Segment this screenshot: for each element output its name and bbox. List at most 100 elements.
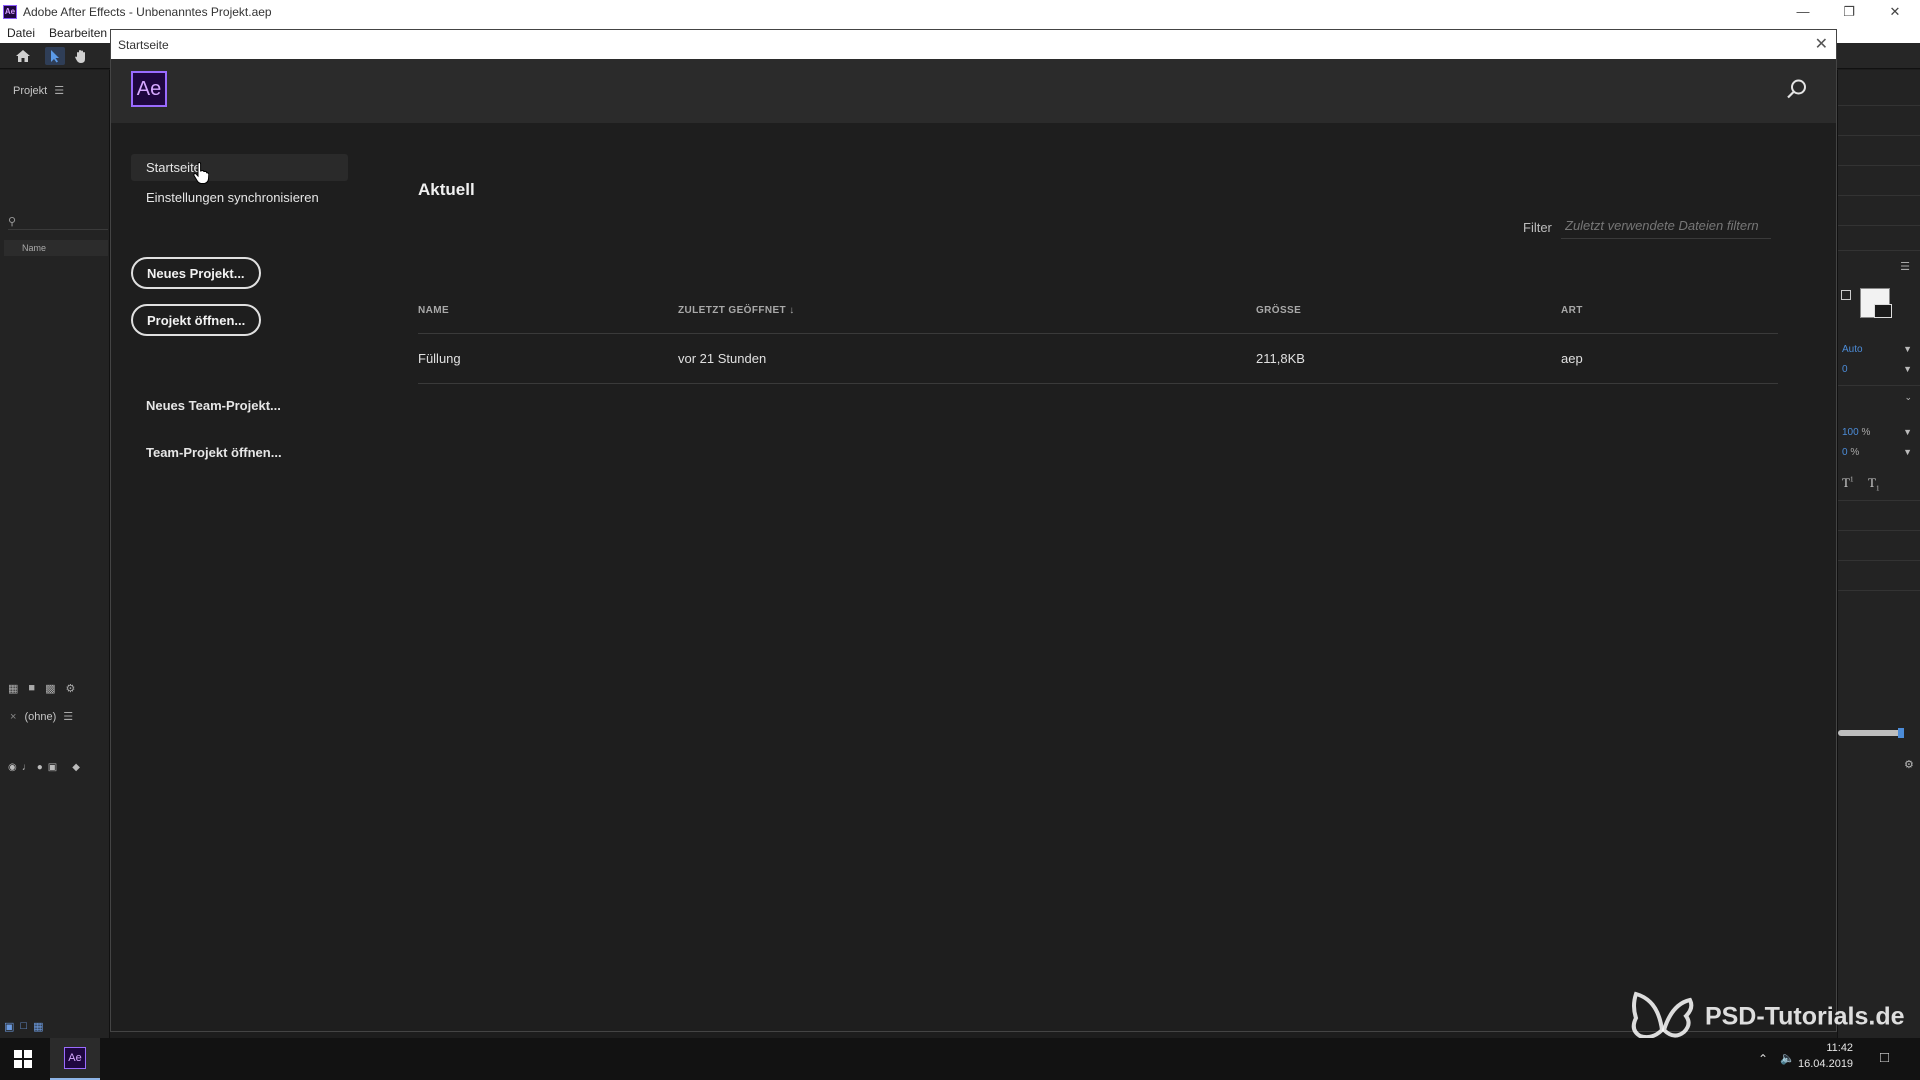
percent-sign: % <box>1861 427 1871 438</box>
row-type: aep <box>1561 351 1583 366</box>
table-row[interactable]: Füllung vor 21 Stunden 211,8KB aep <box>418 334 1778 382</box>
eyedropper-icon[interactable] <box>1841 290 1851 300</box>
label-tag-icon[interactable]: ◆ <box>72 762 80 778</box>
home-icon[interactable] <box>13 47 33 65</box>
divider <box>1838 500 1920 501</box>
column-header-size[interactable]: GRÖSSE <box>1256 305 1301 316</box>
character-panel-menu-icon[interactable]: ☰ <box>1900 260 1910 273</box>
scale-value[interactable]: 100 % <box>1842 427 1870 438</box>
project-tab-label: Projekt <box>13 85 48 97</box>
tracking-value[interactable]: 0 <box>1842 364 1848 375</box>
row-opened: vor 21 Stunden <box>678 351 767 366</box>
taskbar-ae-icon: Ae <box>64 1047 86 1069</box>
solo-icon[interactable]: ● <box>37 762 43 778</box>
open-team-project-link[interactable]: Team-Projekt öffnen... <box>146 445 282 460</box>
subscript-icon[interactable]: T1 <box>1868 475 1879 493</box>
leading-value[interactable]: Auto <box>1842 344 1863 355</box>
timeline-close-icon[interactable]: × <box>10 711 16 723</box>
percent-sign: % <box>1850 447 1860 458</box>
notifications-icon[interactable]: □ <box>1880 1049 1889 1066</box>
speaker-icon[interactable]: ♩ <box>22 762 32 778</box>
hand-cursor-icon <box>193 162 209 184</box>
open-project-button[interactable]: Projekt öffnen... <box>131 304 262 336</box>
dialog-title-bar: Startseite ✕ <box>111 30 1836 59</box>
taskbar-ae-button[interactable]: Ae <box>50 1038 100 1080</box>
chevron-down-icon[interactable]: ⌄ <box>1904 392 1912 403</box>
interpret-footage-icon[interactable]: ▦ <box>8 682 18 698</box>
divider <box>1838 560 1920 561</box>
column-name-label: Name <box>22 243 47 253</box>
minimize-icon[interactable]: — <box>1780 0 1826 23</box>
character-panel: ☰ Auto ▼ 0 ▼ ⌄ 100 % ▼ 0 % ▼ T1 T1 ⚙ <box>1837 70 1920 1038</box>
column-header-opened[interactable]: ZULETZT GEÖFFNET ↓ <box>678 305 795 316</box>
dialog-title: Startseite <box>118 37 169 52</box>
divider <box>1838 225 1920 226</box>
column-header-type[interactable]: ART <box>1561 305 1583 316</box>
new-team-project-link[interactable]: Neues Team-Projekt... <box>146 398 281 413</box>
search-icon: ⚲ <box>8 216 17 228</box>
volume-icon[interactable]: 🔈 <box>1780 1051 1795 1065</box>
window-title: Adobe After Effects - Unbenanntes Projek… <box>23 4 272 19</box>
project-column-header[interactable]: Name <box>4 240 108 256</box>
divider <box>1838 385 1920 386</box>
timeline-tab[interactable]: × (ohne) ☰ <box>10 710 73 723</box>
restore-icon[interactable]: ❐ <box>1826 0 1872 23</box>
baseline-value[interactable]: 0 % <box>1842 447 1859 458</box>
column-header-name[interactable]: NAME <box>418 305 449 316</box>
divider <box>1838 195 1920 196</box>
new-composition-icon[interactable]: ▩ <box>45 682 55 698</box>
selection-tool-icon[interactable] <box>45 47 65 65</box>
menu-bearbeiten[interactable]: Bearbeiten <box>49 26 107 40</box>
panel-menu-icon[interactable]: ☰ <box>54 84 64 97</box>
project-search-input[interactable]: ⚲ <box>8 212 108 230</box>
taskbar: Ae ⌃ 🔈 11:42 16.04.2019 □ <box>0 1038 1920 1080</box>
window-close-icon[interactable]: ✕ <box>1872 0 1918 23</box>
home-dialog: Startseite ✕ Ae Startseite Einstellungen… <box>110 29 1837 1032</box>
scale-number: 100 <box>1842 427 1859 438</box>
filter-input[interactable] <box>1561 213 1771 239</box>
tray-chevron-up-icon[interactable]: ⌃ <box>1758 1052 1768 1066</box>
chevron-down-icon[interactable]: ▼ <box>1903 447 1912 457</box>
baseline-number: 0 <box>1842 447 1848 458</box>
nav-home[interactable]: Startseite <box>131 154 348 181</box>
divider <box>1838 105 1920 106</box>
hand-tool-icon[interactable] <box>71 47 91 65</box>
project-tab[interactable]: Projekt ☰ <box>13 84 64 97</box>
search-icon[interactable] <box>1786 78 1808 100</box>
stroke-color-swatch[interactable] <box>1874 304 1892 318</box>
slider-track[interactable] <box>1838 730 1902 736</box>
clock-time: 11:42 <box>1826 1042 1854 1054</box>
divider <box>1838 530 1920 531</box>
clock-date: 16.04.2019 <box>1798 1058 1854 1070</box>
eye-icon[interactable]: ◉ <box>8 762 17 778</box>
settings-icon[interactable]: ⚙ <box>1904 758 1918 772</box>
timeline-menu-icon[interactable]: ☰ <box>63 710 73 723</box>
divider <box>1838 165 1920 166</box>
windows-start-icon[interactable] <box>14 1050 32 1068</box>
new-folder-icon[interactable]: ■ <box>28 682 35 698</box>
new-project-button[interactable]: Neues Projekt... <box>131 257 261 289</box>
filter-label: Filter <box>1523 220 1552 235</box>
row-name: Füllung <box>418 351 461 366</box>
dialog-close-icon[interactable]: ✕ <box>1815 34 1828 54</box>
sort-arrow-down-icon: ↓ <box>789 305 795 316</box>
chevron-down-icon[interactable]: ▼ <box>1903 364 1912 374</box>
watermark-text: PSD-Tutorials.de <box>1704 1002 1905 1031</box>
toggle-switches-icon[interactable]: ▣ <box>4 1020 14 1033</box>
graph-editor-icon[interactable]: ▦ <box>33 1020 43 1033</box>
chevron-down-icon[interactable]: ▼ <box>1903 427 1912 437</box>
superscript-icon[interactable]: T1 <box>1842 475 1853 491</box>
project-settings-icon[interactable]: ⚙ <box>65 682 75 698</box>
row-size: 211,8KB <box>1256 351 1305 366</box>
chevron-down-icon[interactable]: ▼ <box>1903 344 1912 354</box>
clock[interactable]: 11:42 16.04.2019 <box>1798 1042 1853 1070</box>
slider-handle[interactable] <box>1898 728 1904 738</box>
divider <box>1838 590 1920 591</box>
nav-sync-settings[interactable]: Einstellungen synchronisieren <box>146 190 319 205</box>
toggle-modes-icon[interactable]: □ <box>20 1020 27 1033</box>
divider <box>418 383 1778 384</box>
menu-datei[interactable]: Datei <box>7 26 35 40</box>
column-header-opened-label: ZULETZT GEÖFFNET <box>678 305 787 316</box>
timeline-switch-icons: ◉ ♩ ● ▣ ◆ <box>4 762 108 778</box>
lock-icon[interactable]: ▣ <box>48 762 57 778</box>
